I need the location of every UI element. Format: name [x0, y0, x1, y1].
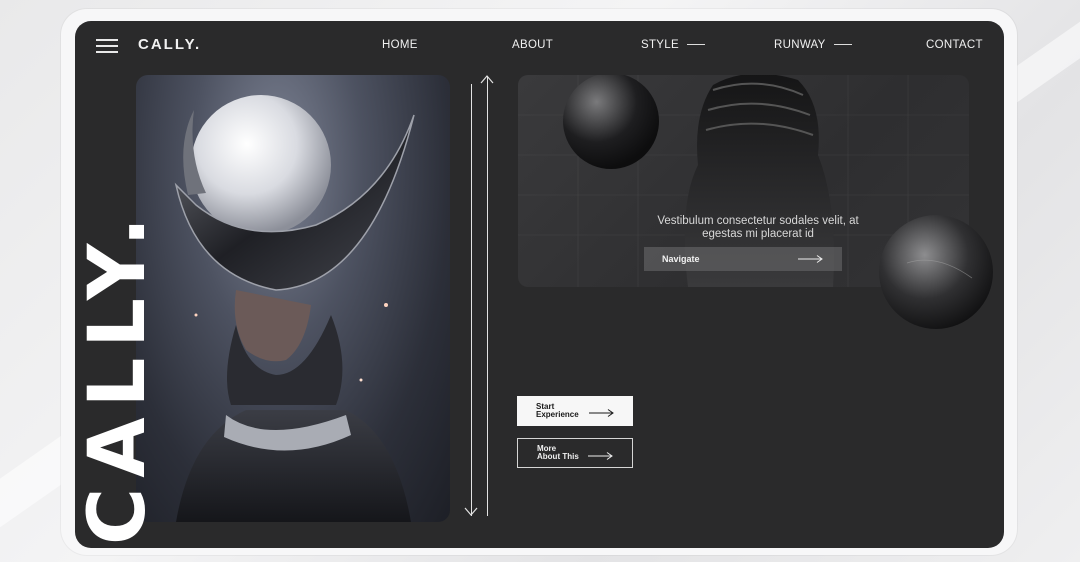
- hamburger-icon[interactable]: [96, 39, 118, 57]
- start-experience-button[interactable]: Start Experience: [517, 396, 633, 426]
- decorative-sphere: [879, 215, 993, 329]
- arrow-right-icon: [588, 452, 613, 460]
- nav-runway[interactable]: RUNWAY: [774, 39, 852, 51]
- navigate-label: Navigate: [662, 254, 700, 264]
- more-about-label: More About This: [537, 444, 579, 461]
- navigate-button[interactable]: Navigate: [644, 247, 842, 271]
- model-photo: [136, 75, 450, 522]
- arrow-down-icon[interactable]: [464, 507, 478, 517]
- nav-contact[interactable]: CONTACT: [926, 39, 983, 51]
- website-screen: CALLY. HOME ABOUT STYLE RUNWAY CONTACT C…: [75, 21, 1004, 548]
- hero-description: Vestibulum consectetur sodales velit, at…: [657, 215, 859, 240]
- logo[interactable]: CALLY.: [138, 36, 201, 53]
- nav-about[interactable]: ABOUT: [512, 39, 553, 51]
- dash-icon: [686, 44, 705, 46]
- arrow-up-icon[interactable]: [480, 74, 494, 84]
- nav-home[interactable]: HOME: [382, 39, 418, 51]
- dash-icon: [833, 44, 852, 46]
- scroll-line-down: [471, 84, 472, 516]
- start-experience-label: Start Experience: [536, 402, 579, 419]
- arrow-right-icon: [798, 255, 823, 263]
- more-about-button[interactable]: More About This: [517, 438, 633, 468]
- arrow-right-icon: [589, 409, 614, 417]
- nav-style[interactable]: STYLE: [641, 39, 705, 51]
- vertical-logo: CALLY.: [75, 206, 163, 546]
- scroll-line-up: [487, 76, 488, 516]
